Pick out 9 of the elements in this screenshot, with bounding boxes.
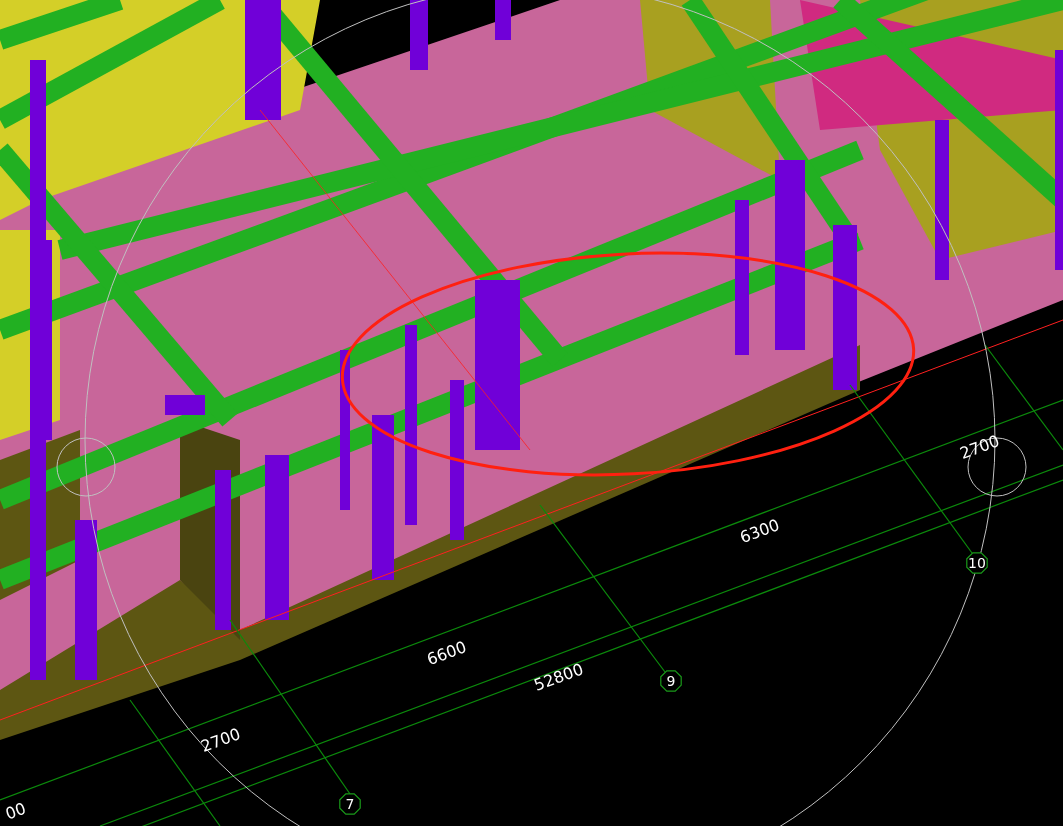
axis-marker: 10 — [966, 552, 988, 574]
axis-marker: 9 — [660, 670, 682, 692]
dimension-label: 2700 — [957, 431, 1003, 463]
dimension-label: 00 — [2, 798, 29, 824]
dimension-label: 6300 — [737, 515, 783, 547]
axis-marker: 7 — [339, 793, 361, 815]
dimension-label: 2700 — [198, 724, 244, 756]
orbit-handle-icon[interactable] — [56, 437, 116, 497]
dimension-label: 6600 — [424, 637, 470, 669]
